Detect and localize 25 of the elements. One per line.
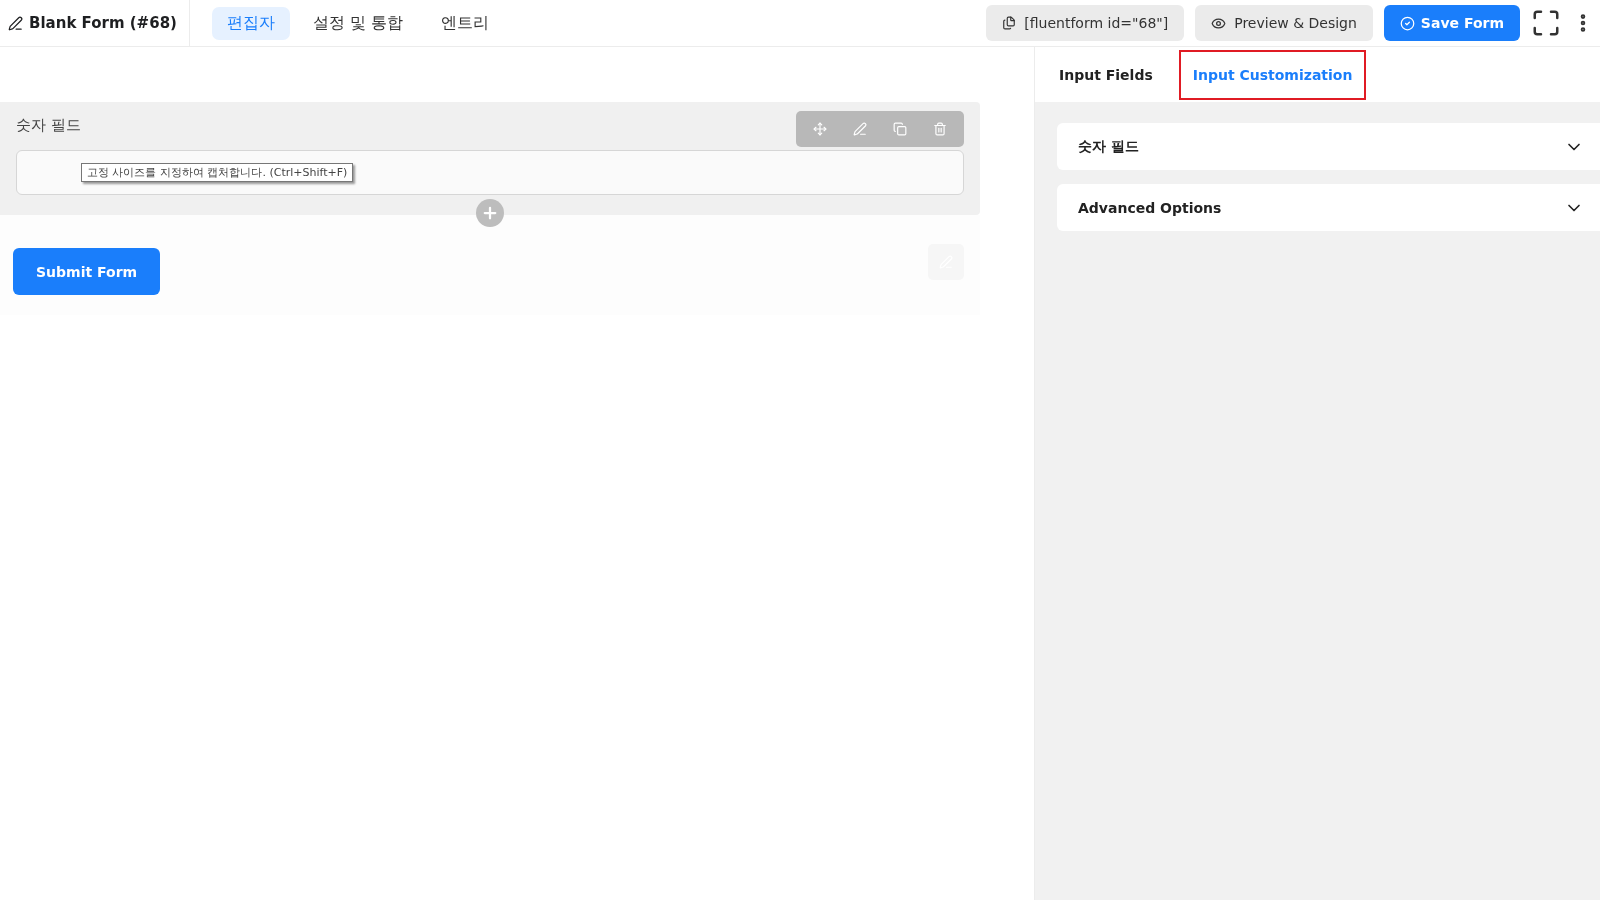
shortcode-button[interactable]: [fluentform id="68"] — [986, 5, 1185, 41]
field-card[interactable]: 숫자 필드 고정 사이즈를 지정하여 캡처합니다. (Ctrl+Shift+F) — [0, 102, 980, 215]
tooltip: 고정 사이즈를 지정하여 캡처합니다. (Ctrl+Shift+F) — [81, 163, 354, 182]
preview-button[interactable]: Preview & Design — [1195, 5, 1373, 41]
accordion-header[interactable]: Advanced Options — [1057, 184, 1600, 231]
panel-tab[interactable]: Input Customization — [1178, 49, 1367, 100]
plus-icon — [481, 204, 499, 222]
save-button[interactable]: Save Form — [1383, 5, 1520, 41]
accordion-header[interactable]: 숫자 필드 — [1057, 123, 1600, 170]
check-icon — [1399, 15, 1415, 31]
duplicate-icon[interactable] — [893, 122, 907, 136]
panel-tab[interactable]: Input Fields — [1045, 49, 1167, 100]
copy-icon — [1002, 16, 1017, 30]
pencil-icon — [8, 15, 23, 31]
move-icon[interactable] — [813, 122, 827, 136]
edit-icon[interactable] — [853, 122, 867, 136]
field-label: 숫자 필드 — [16, 116, 81, 135]
delete-icon[interactable] — [933, 122, 947, 136]
form-title: Blank Form (#68) — [29, 14, 177, 32]
nav-tab[interactable]: 설정 및 통합 — [297, 6, 419, 40]
fullscreen-icon[interactable] — [1531, 8, 1561, 38]
nav-tab[interactable]: 엔트리 — [426, 6, 505, 40]
submit-button[interactable]: Submit Form — [13, 248, 161, 295]
eye-icon — [1211, 15, 1227, 31]
number-input[interactable]: 고정 사이즈를 지정하여 캡처합니다. (Ctrl+Shift+F) — [16, 150, 964, 195]
